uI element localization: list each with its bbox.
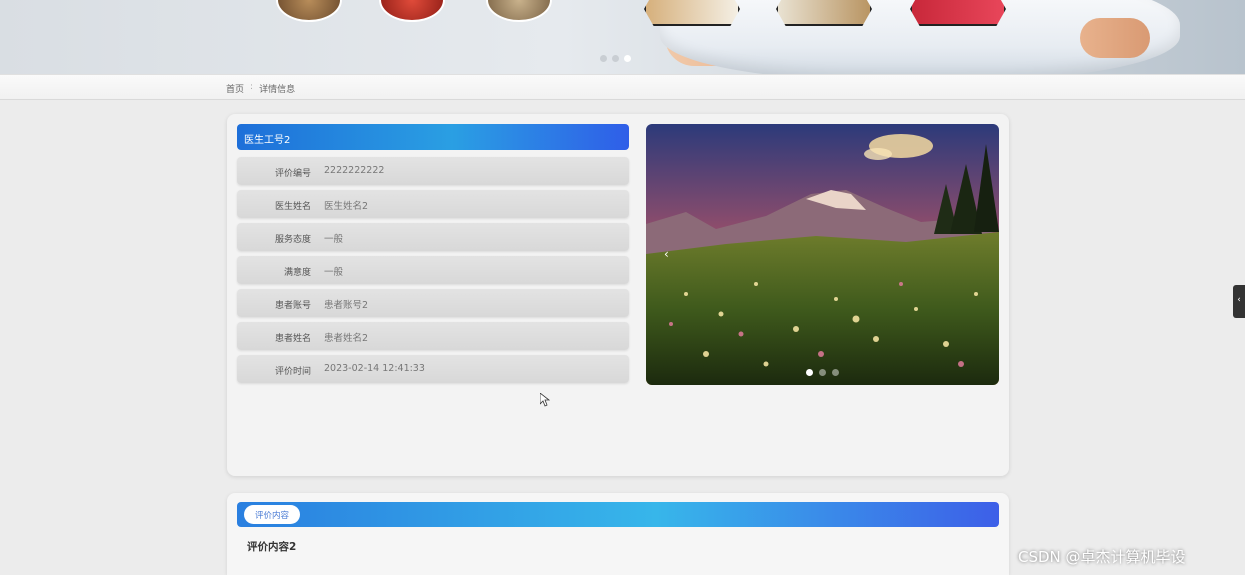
hero-banner [0,0,1245,74]
banner-circle-image [276,0,342,22]
breadcrumb: 首页 : 详情信息 [226,82,295,95]
field-value: 医生姓名2 [324,201,369,212]
field-row-satisfaction: 满意度 一般 [237,256,629,284]
carousel-dot[interactable] [832,369,839,376]
content-tag: 评价内容 [244,505,300,524]
carousel-pagination [806,369,839,376]
field-row-review-id: 评价编号 2222222222 [237,157,629,185]
carousel-dot[interactable] [819,369,826,376]
field-label: 满意度 [283,268,311,278]
breadcrumb-separator: : [250,82,254,92]
banner-circle-image [379,0,445,22]
banner-hand [1080,18,1150,58]
banner-circle-image [486,0,552,22]
banner-hex-image [644,0,740,26]
field-row-patient-account: 患者账号 患者账号2 [237,289,629,317]
field-label: 评价时间 [274,367,311,377]
carousel-dot-active[interactable] [806,369,813,376]
field-value: 患者姓名2 [324,333,369,344]
field-value: 一般 [324,267,344,278]
content-text: 评价内容2 [247,541,297,553]
field-value: 2222222222 [324,165,385,176]
field-label: 患者姓名 [274,334,311,344]
banner-dot[interactable] [612,55,619,62]
field-label: 服务态度 [274,235,311,245]
banner-dot[interactable] [600,55,607,62]
breadcrumb-current: 详情信息 [259,85,296,95]
landscape-image [646,124,999,385]
banner-dot-active[interactable] [624,55,631,62]
breadcrumb-home-link[interactable]: 首页 [226,82,244,95]
content-header-bar [237,502,999,527]
breadcrumb-bar: 首页 : 详情信息 [0,74,1245,100]
field-row-patient-name: 患者姓名 患者姓名2 [237,322,629,350]
carousel-prev-icon[interactable]: ‹ [664,247,669,261]
field-row-doctor-name: 医生姓名 医生姓名2 [237,190,629,218]
detail-title: 医生工号2 [237,124,629,150]
field-label: 患者账号 [274,301,311,311]
field-label: 医生姓名 [274,202,311,212]
banner-hex-image [776,0,872,26]
image-carousel[interactable]: ‹ [646,124,999,385]
field-value: 患者账号2 [324,300,369,311]
side-collapse-tab[interactable]: ‹ [1233,285,1245,318]
watermark: CSDN @卓杰计算机毕设 [1018,548,1186,566]
field-label: 评价编号 [274,169,311,179]
mouse-cursor-icon [540,393,550,407]
banner-hex-image [910,0,1006,26]
field-row-review-time: 评价时间 2023-02-14 12:41:33 [237,355,629,383]
field-value: 一般 [324,234,344,245]
banner-pagination [600,55,631,62]
field-value: 2023-02-14 12:41:33 [324,363,425,374]
field-row-service-attitude: 服务态度 一般 [237,223,629,251]
